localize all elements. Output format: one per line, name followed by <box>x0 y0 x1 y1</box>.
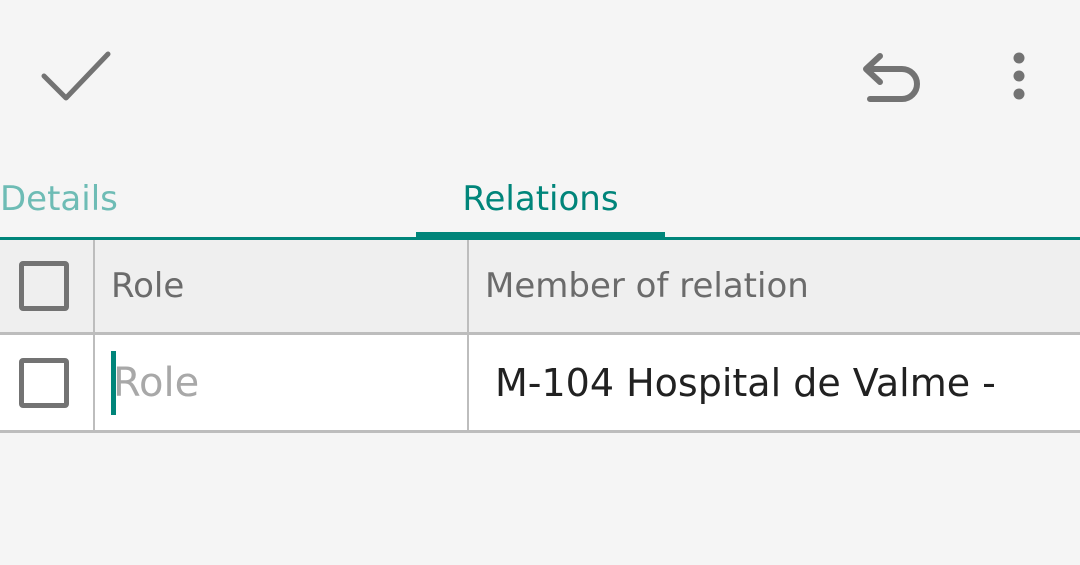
tab-relations[interactable]: Relations <box>416 160 665 238</box>
column-header-role: Role <box>111 266 185 306</box>
header-role-cell: Role <box>95 240 469 332</box>
toolbar <box>0 0 1080 150</box>
column-header-member-of-relation: Member of relation <box>485 266 809 306</box>
text-cursor <box>111 350 116 415</box>
tab-bar: Details Relations <box>0 160 1080 240</box>
check-icon <box>41 51 111 101</box>
undo-button[interactable] <box>846 36 938 116</box>
select-all-checkbox[interactable] <box>18 261 69 311</box>
table-row: Role M-104 Hospital de Valme - <box>0 335 1080 433</box>
table-header-row: Role Member of relation <box>0 240 1080 335</box>
tab-details[interactable]: Details <box>0 160 140 238</box>
member-of-relation-value: M-104 Hospital de Valme - <box>495 360 996 405</box>
relation-editor-screen: Details Relations Role Member of relatio… <box>0 0 1080 565</box>
row-checkbox-cell <box>0 335 95 430</box>
row-role-cell: Role <box>95 335 469 430</box>
header-checkbox-cell <box>0 240 95 332</box>
row-checkbox[interactable] <box>18 357 69 408</box>
overflow-menu-button[interactable] <box>990 36 1048 116</box>
confirm-button[interactable] <box>30 36 122 116</box>
row-member-cell[interactable]: M-104 Hospital de Valme - <box>469 335 1080 430</box>
role-input-placeholder: Role <box>113 359 200 406</box>
header-member-cell: Member of relation <box>469 240 1080 332</box>
role-input[interactable]: Role <box>111 348 451 418</box>
undo-icon <box>863 53 920 102</box>
more-vertical-icon <box>1013 52 1025 100</box>
